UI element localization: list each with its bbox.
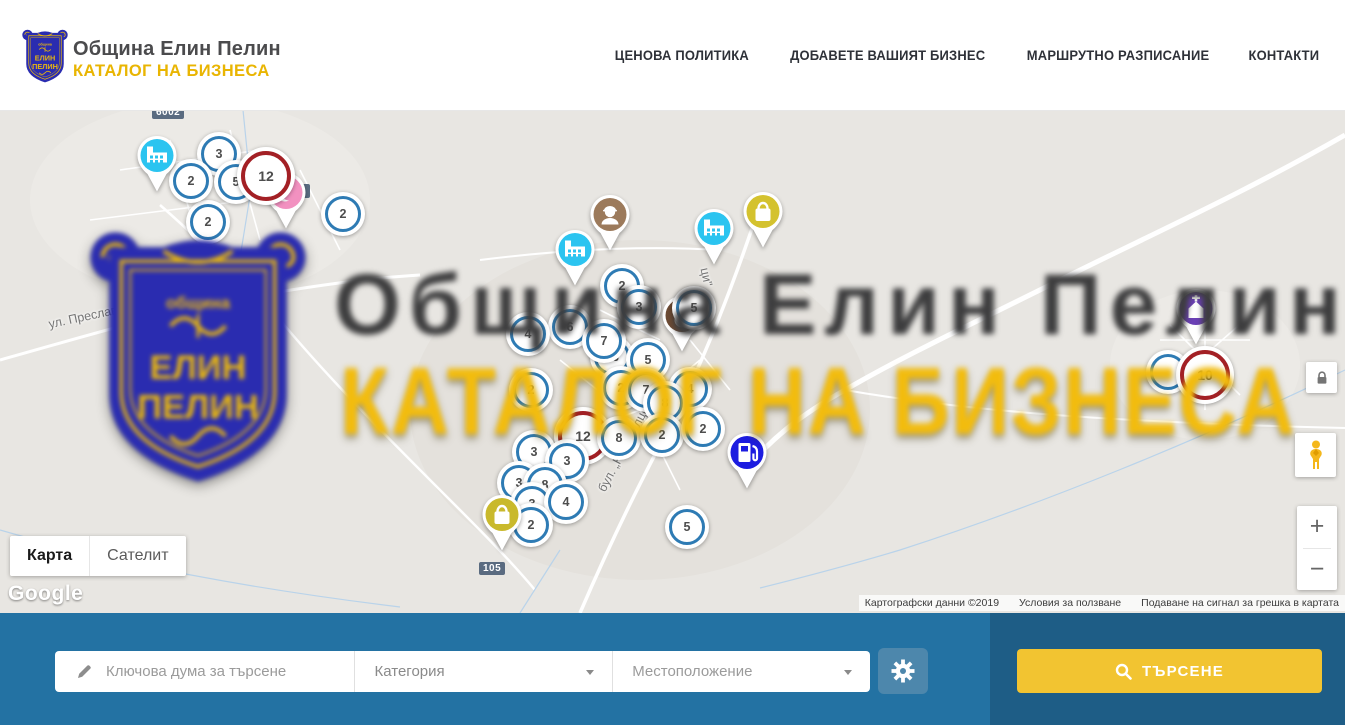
location-label: Местоположение <box>632 663 752 680</box>
map-type-satellite-button[interactable]: Сателит <box>90 536 185 576</box>
keyword-field[interactable]: Ключова дума за търсене <box>55 651 354 692</box>
map-cluster-marker[interactable]: 4 <box>506 312 550 356</box>
map-cluster-marker[interactable]: 3 <box>617 285 661 329</box>
map-cluster-marker[interactable]: 2 <box>186 200 230 244</box>
gear-icon <box>891 659 915 683</box>
nav-item-1[interactable]: ДОБАВЕТЕ ВАШИЯТ БИЗНЕС <box>790 48 985 63</box>
road-badge: 105 <box>479 562 505 575</box>
map-cluster-marker[interactable]: 10 <box>1176 346 1234 404</box>
map-pin-fuel[interactable] <box>725 432 769 495</box>
map-cluster-marker[interactable]: 2 <box>321 192 365 236</box>
search-button-label: ТЪРСЕНЕ <box>1142 663 1224 680</box>
map-pin-church[interactable] <box>1174 288 1218 351</box>
cluster-count: 8 <box>601 420 637 456</box>
map-cluster-marker[interactable]: 2 <box>681 407 725 451</box>
cluster-count: 4 <box>548 484 584 520</box>
search-button[interactable]: ТЪРСЕНЕ <box>1017 649 1322 693</box>
map-canvas[interactable]: 232512213235647522748128223338342510 600… <box>0 110 1345 613</box>
svg-text:община: община <box>38 43 52 47</box>
map-attribution: Картографски данни ©2019 Условия за ползв… <box>859 595 1345 611</box>
map-pin-bag[interactable] <box>741 191 785 254</box>
nav-item-3[interactable]: КОНТАКТИ <box>1249 48 1320 63</box>
map-type-control: Карта Сателит <box>10 536 186 576</box>
svg-text:ПЕЛИН: ПЕЛИН <box>32 62 58 71</box>
pencil-icon <box>76 663 93 680</box>
map-cluster-marker[interactable]: 2 <box>640 413 684 457</box>
zoom-out-button[interactable]: − <box>1297 549 1337 591</box>
svg-text:ЕЛИН: ЕЛИН <box>35 54 55 63</box>
attribution-text: Картографски данни ©2019 <box>865 597 999 609</box>
pegman-icon[interactable] <box>1295 433 1336 477</box>
attribution-link-1[interactable]: Условия за ползване <box>1019 597 1121 609</box>
chevron-down-icon <box>586 670 594 675</box>
keyword-placeholder: Ключова дума за търсене <box>106 663 286 680</box>
nav-item-0[interactable]: ЦЕНОВА ПОЛИТИКА <box>615 48 749 63</box>
municipality-crest-logo[interactable]: община ЕЛИН ПЕЛИН <box>20 24 70 86</box>
zoom-in-button[interactable]: + <box>1297 506 1337 548</box>
attribution-link-2[interactable]: Подаване на сигнал за грешка в картата <box>1141 597 1339 609</box>
search-fields: Ключова дума за търсене Категория Местоп… <box>55 651 870 692</box>
map-pin-factory[interactable] <box>692 208 736 271</box>
search-bar: Ключова дума за търсене Категория Местоп… <box>0 613 1345 725</box>
map-pin-factory[interactable] <box>135 135 179 198</box>
cluster-count: 5 <box>669 509 705 545</box>
header: община ЕЛИН ПЕЛИН Община Елин Пелин КАТА… <box>0 0 1345 111</box>
cluster-count: 2 <box>325 196 361 232</box>
search-icon <box>1115 663 1132 680</box>
cluster-count: 2 <box>685 411 721 447</box>
map-cluster-marker[interactable]: 2 <box>509 368 553 412</box>
map-cluster-marker[interactable]: 5 <box>672 286 716 330</box>
map-pin-factory[interactable] <box>553 229 597 292</box>
lock-icon[interactable] <box>1306 362 1337 393</box>
cluster-count: 2 <box>513 372 549 408</box>
google-logo[interactable]: Google <box>8 582 83 606</box>
advanced-settings-button[interactable] <box>878 648 928 694</box>
cluster-count: 4 <box>510 316 546 352</box>
map-type-map-button[interactable]: Карта <box>10 536 90 576</box>
main-nav: ЦЕНОВА ПОЛИТИКА ДОБАВЕТЕ ВАШИЯТ БИЗНЕС МАР… <box>612 0 1321 110</box>
cluster-count: 5 <box>676 290 712 326</box>
map-cluster-marker[interactable]: 8 <box>597 416 641 460</box>
zoom-control: + − <box>1297 506 1337 590</box>
map-cluster-marker[interactable]: 5 <box>665 505 709 549</box>
cluster-count: 10 <box>1180 350 1230 400</box>
map-cluster-marker[interactable]: 7 <box>582 319 626 363</box>
nav-item-2[interactable]: МАРШРУТНО РАЗПИСАНИЕ <box>1027 48 1209 63</box>
road-badge: 6002 <box>152 110 184 119</box>
cluster-count: 2 <box>644 417 680 453</box>
cluster-count: 2 <box>190 204 226 240</box>
cluster-count: 3 <box>621 289 657 325</box>
map-cluster-marker[interactable]: 12 <box>237 147 295 205</box>
cluster-count: 7 <box>586 323 622 359</box>
chevron-down-icon <box>844 670 852 675</box>
map-pin-bag[interactable] <box>480 494 524 557</box>
site-subtitle: КАТАЛОГ НА БИЗНЕСА <box>73 62 270 81</box>
site-title: Община Елин Пелин <box>73 38 281 61</box>
category-label: Категория <box>375 663 445 680</box>
cluster-count: 12 <box>241 151 291 201</box>
category-select[interactable]: Категория <box>354 651 613 692</box>
location-select[interactable]: Местоположение <box>612 651 870 692</box>
